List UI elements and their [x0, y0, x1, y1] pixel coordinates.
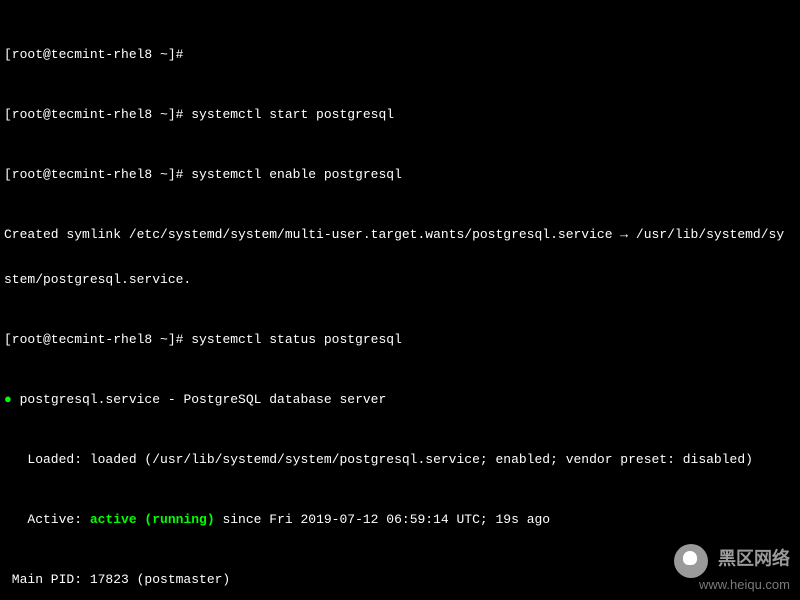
- prompt-line[interactable]: [root@tecmint-rhel8 ~]# systemctl status…: [4, 332, 796, 347]
- active-running: active (running): [90, 512, 215, 527]
- bullet-icon: ●: [4, 392, 12, 407]
- output-line: stem/postgresql.service.: [4, 272, 796, 287]
- terminal[interactable]: [root@tecmint-rhel8 ~]# [root@tecmint-rh…: [0, 0, 800, 600]
- command: systemctl enable postgresql: [191, 167, 402, 182]
- prompt-line[interactable]: [root@tecmint-rhel8 ~]# systemctl start …: [4, 107, 796, 122]
- command: systemctl start postgresql: [191, 107, 394, 122]
- shell-prompt: [root@tecmint-rhel8 ~]#: [4, 107, 191, 122]
- shell-prompt: [root@tecmint-rhel8 ~]#: [4, 47, 191, 62]
- prompt-line[interactable]: [root@tecmint-rhel8 ~]#: [4, 47, 796, 62]
- shell-prompt: [root@tecmint-rhel8 ~]#: [4, 332, 191, 347]
- output-line: Created symlink /etc/systemd/system/mult…: [4, 227, 796, 242]
- command: systemctl status postgresql: [191, 332, 402, 347]
- status-active: Active: active (running) since Fri 2019-…: [4, 512, 796, 527]
- shell-prompt: [root@tecmint-rhel8 ~]#: [4, 167, 191, 182]
- status-header: ● postgresql.service - PostgreSQL databa…: [4, 392, 796, 407]
- prompt-line[interactable]: [root@tecmint-rhel8 ~]# systemctl enable…: [4, 167, 796, 182]
- status-loaded: Loaded: loaded (/usr/lib/systemd/system/…: [4, 452, 796, 467]
- status-mainpid: Main PID: 17823 (postmaster): [4, 572, 796, 587]
